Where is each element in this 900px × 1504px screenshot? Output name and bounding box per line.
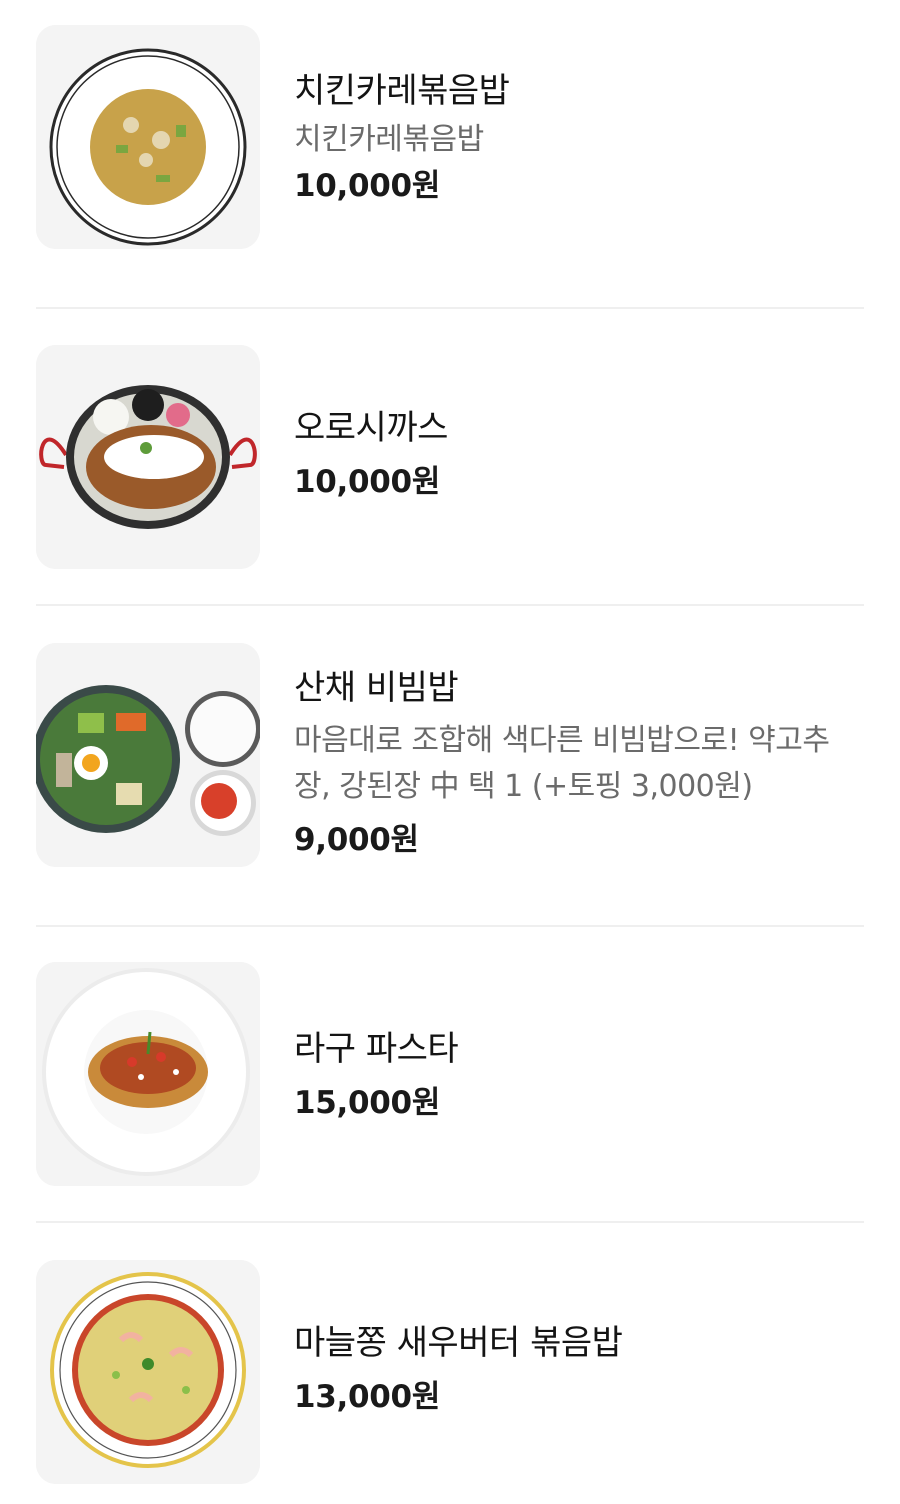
menu-item-description: 마음대로 조합해 색다른 비빔밥으로! 약고추장, 강된장 中 택 1 (+토핑… [294,723,830,804]
menu-item-image [36,962,260,1186]
menu-item-name: 산채 비빔밥 [294,668,459,708]
menu-item-price: 10,000원 [294,464,441,500]
menu-item-description: 치킨카레볶음밥 [294,122,484,157]
menu-divider [36,604,864,606]
menu-item-image [36,345,260,569]
menu-item-price: 13,000원 [294,1379,441,1415]
menu-item-name: 라구 파스타 [294,1029,459,1069]
menu-item-oroshi-katsu[interactable]: 오로시까스 10,000원 [36,345,864,569]
menu-item-sanchae-bibimbap[interactable]: 산채 비빔밥 마음대로 조합해 색다른 비빔밥으로! 약고추장, 강된장 中 택… [36,643,864,888]
menu-item-name: 치킨카레볶음밥 [294,71,510,111]
menu-item-chicken-curry-fried-rice[interactable]: 치킨카레볶음밥 치킨카레볶음밥 10,000원 [36,25,864,270]
menu-divider [36,307,864,309]
menu-item-name: 오로시까스 [294,408,448,448]
menu-item-image [36,25,260,249]
menu-item-image [36,1260,260,1484]
menu-item-image [36,643,260,867]
menu-item-price: 15,000원 [294,1085,441,1121]
menu-item-price: 10,000원 [294,168,441,204]
menu-item-garlic-shrimp-butter-fried-rice[interactable]: 마늘쫑 새우버터 볶음밥 13,000원 [36,1260,864,1484]
menu-divider [36,1221,864,1223]
menu-item-name: 마늘쫑 새우버터 볶음밥 [294,1323,623,1363]
menu-item-price: 9,000원 [294,822,419,858]
menu-item-ragu-pasta[interactable]: 라구 파스타 15,000원 [36,962,864,1186]
menu-divider [36,925,864,927]
